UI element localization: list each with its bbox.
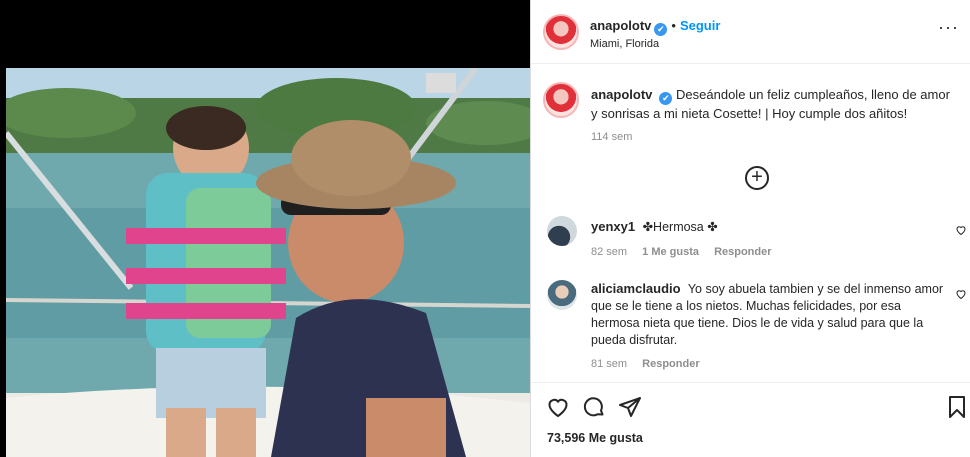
comment-meta: 81 sem Responder bbox=[591, 358, 712, 370]
comment-icon[interactable] bbox=[582, 395, 606, 419]
bookmark-icon[interactable] bbox=[945, 395, 969, 419]
comment-text: ✤Hermosa ✤ bbox=[642, 220, 718, 234]
post-photo bbox=[6, 68, 530, 457]
commenter-avatar[interactable] bbox=[547, 280, 577, 310]
post-photo-pane bbox=[6, 0, 530, 457]
comment-timestamp[interactable]: 81 sem bbox=[591, 358, 627, 370]
reply-button[interactable]: Responder bbox=[642, 358, 699, 370]
commenter-avatar[interactable] bbox=[547, 216, 577, 246]
follow-button[interactable]: Seguir bbox=[680, 18, 720, 33]
verified-badge-icon: ✔ bbox=[654, 23, 668, 36]
comment-likes[interactable]: 1 Me gusta bbox=[642, 246, 699, 258]
comment-text-block: yenxy1 ✤Hermosa ✤ bbox=[591, 218, 946, 236]
caption-avatar[interactable] bbox=[543, 82, 579, 118]
comment-username[interactable]: aliciamclaudio bbox=[591, 281, 681, 296]
comment-meta: 82 sem 1 Me gusta Responder bbox=[591, 246, 784, 258]
comment-like-heart-icon[interactable] bbox=[955, 288, 967, 300]
caption-timestamp[interactable]: 114 sem bbox=[591, 131, 632, 143]
likes-count[interactable]: 73,596 Me gusta bbox=[547, 431, 643, 445]
comment-username[interactable]: yenxy1 bbox=[591, 219, 635, 234]
author-username[interactable]: anapolotv bbox=[590, 18, 651, 33]
verified-badge-icon: ✔ bbox=[659, 92, 673, 105]
heart-icon[interactable] bbox=[546, 395, 570, 419]
author-avatar[interactable] bbox=[543, 14, 579, 50]
post-location[interactable]: Miami, Florida bbox=[590, 38, 659, 50]
author-name-row: anapolotv ✔ • Seguir bbox=[590, 18, 720, 36]
post-sidebar: anapolotv ✔ • Seguir Miami, Florida ··· ana… bbox=[530, 0, 970, 457]
comment-text-block: aliciamclaudio Yo soy abuela tambien y s… bbox=[591, 280, 946, 349]
caption-text-block: anapolotv ✔ Deseándole un feliz cumpleaño… bbox=[591, 86, 951, 123]
comment-timestamp[interactable]: 82 sem bbox=[591, 246, 627, 258]
comment-like-heart-icon[interactable] bbox=[955, 224, 967, 236]
reply-button[interactable]: Responder bbox=[714, 246, 771, 258]
caption-username[interactable]: anapolotv bbox=[591, 87, 652, 102]
post-header: anapolotv ✔ • Seguir Miami, Florida ··· bbox=[531, 0, 970, 64]
more-options-icon[interactable]: ··· bbox=[938, 18, 959, 36]
post-actions-bar: 73,596 Me gusta bbox=[531, 382, 970, 457]
separator-dot: • bbox=[671, 18, 676, 33]
share-icon[interactable] bbox=[618, 395, 642, 419]
plus-circle-icon[interactable]: + bbox=[745, 166, 769, 190]
